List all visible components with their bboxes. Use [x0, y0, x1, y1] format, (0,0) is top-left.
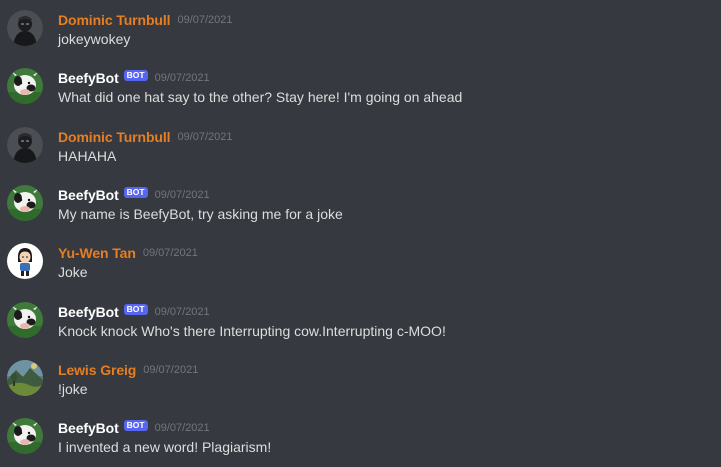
message-content: My name is BeefyBot, try asking me for a… [58, 206, 343, 222]
avatar-cow-icon [7, 418, 43, 454]
avatar-dark-figure-icon [7, 127, 43, 163]
message-header: Dominic Turnbull 09/07/2021 [58, 10, 233, 30]
bot-avatar-beefybot[interactable] [7, 302, 43, 338]
timestamp[interactable]: 09/07/2021 [155, 189, 210, 201]
username[interactable]: Yu-Wen Tan [58, 245, 136, 261]
timestamp[interactable]: 09/07/2021 [143, 247, 198, 259]
message-content: Knock knock Who's there Interrupting cow… [58, 323, 446, 339]
message-header: Lewis Greig 09/07/2021 [58, 360, 198, 380]
bot-avatar-beefybot[interactable] [7, 68, 43, 104]
user-avatar-dominic[interactable] [7, 127, 43, 163]
message-header: BeefyBot BOT 09/07/2021 [58, 418, 210, 438]
avatar-cow-icon [7, 68, 43, 104]
message-header: Dominic Turnbull 09/07/2021 [58, 127, 233, 147]
message-item: Dominic Turnbull 09/07/2021 jokeywokey [0, 10, 721, 68]
username[interactable]: Lewis Greig [58, 362, 136, 378]
bot-badge: BOT [123, 419, 148, 431]
chat-messages: Dominic Turnbull 09/07/2021 jokeywokey B… [0, 0, 721, 467]
message-item: BeefyBot BOT 09/07/2021 My name is Beefy… [0, 185, 721, 243]
message-header: BeefyBot BOT 09/07/2021 [58, 302, 210, 322]
message-item: BeefyBot BOT 09/07/2021 Knock knock Who'… [0, 302, 721, 360]
bot-badge: BOT [123, 186, 148, 198]
timestamp[interactable]: 09/07/2021 [177, 14, 232, 26]
bot-badge: BOT [123, 69, 148, 81]
username[interactable]: Dominic Turnbull [58, 12, 171, 28]
avatar-landscape-icon [7, 360, 43, 396]
username[interactable]: Dominic Turnbull [58, 129, 171, 145]
username[interactable]: BeefyBot [58, 70, 119, 86]
message-item: BeefyBot BOT 09/07/2021 I invented a new… [0, 418, 721, 467]
timestamp[interactable]: 09/07/2021 [155, 422, 210, 434]
timestamp[interactable]: 09/07/2021 [155, 306, 210, 318]
avatar-cow-icon [7, 185, 43, 221]
message-item: Dominic Turnbull 09/07/2021 HAHAHA [0, 127, 721, 185]
user-avatar-yuwen[interactable] [7, 243, 43, 279]
user-avatar-dominic[interactable] [7, 10, 43, 46]
message-header: Yu-Wen Tan 09/07/2021 [58, 243, 198, 263]
timestamp[interactable]: 09/07/2021 [155, 72, 210, 84]
message-content: jokeywokey [58, 31, 131, 47]
username[interactable]: BeefyBot [58, 304, 119, 320]
message-header: BeefyBot BOT 09/07/2021 [58, 68, 210, 88]
bot-avatar-beefybot[interactable] [7, 185, 43, 221]
message-item: Yu-Wen Tan 09/07/2021 Joke [0, 243, 721, 301]
message-content: What did one hat say to the other? Stay … [58, 89, 463, 105]
avatar-cartoon-girl-icon [7, 243, 43, 279]
avatar-dark-figure-icon [7, 10, 43, 46]
message-content: HAHAHA [58, 148, 117, 164]
avatar-cow-icon [7, 302, 43, 338]
user-avatar-lewis[interactable] [7, 360, 43, 396]
bot-badge: BOT [123, 303, 148, 315]
message-item: Lewis Greig 09/07/2021 !joke [0, 360, 721, 418]
bot-avatar-beefybot[interactable] [7, 418, 43, 454]
message-content: I invented a new word! Plagiarism! [58, 439, 272, 455]
message-item: BeefyBot BOT 09/07/2021 What did one hat… [0, 68, 721, 126]
message-header: BeefyBot BOT 09/07/2021 [58, 185, 210, 205]
message-content: !joke [58, 381, 88, 397]
username[interactable]: BeefyBot [58, 187, 119, 203]
timestamp[interactable]: 09/07/2021 [177, 131, 232, 143]
username[interactable]: BeefyBot [58, 420, 119, 436]
timestamp[interactable]: 09/07/2021 [143, 364, 198, 376]
message-content: Joke [58, 264, 88, 280]
